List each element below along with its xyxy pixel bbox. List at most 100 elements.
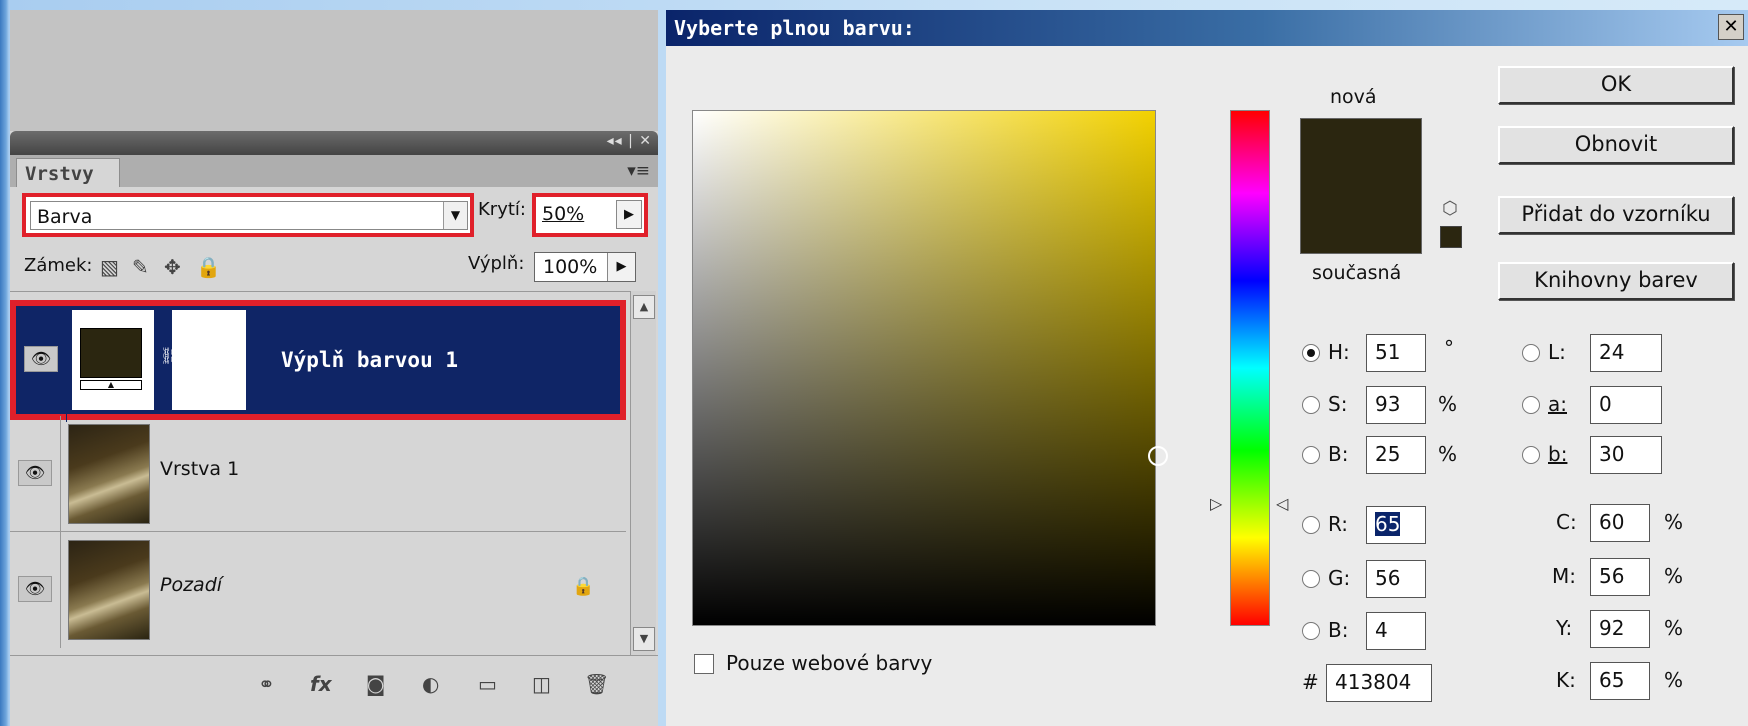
dialog-title-bar: Vyberte plnou barvu: ✕ bbox=[666, 10, 1748, 46]
green-label: G: bbox=[1328, 566, 1351, 590]
lock-label: Zámek: bbox=[24, 255, 93, 276]
color-picker-marker[interactable] bbox=[1148, 446, 1168, 466]
lab-l-field[interactable]: 24 bbox=[1590, 334, 1662, 372]
chevron-down-icon[interactable]: ▼ bbox=[443, 202, 467, 229]
blend-mode-highlight: Barva ▼ bbox=[22, 193, 474, 237]
lab-b-label: b: bbox=[1548, 442, 1568, 466]
new-layer-icon[interactable]: ◫ bbox=[532, 672, 551, 696]
layer-mask-thumbnail[interactable] bbox=[172, 310, 246, 410]
lab-l-radio[interactable] bbox=[1522, 344, 1540, 362]
hue-field[interactable]: 51 bbox=[1366, 334, 1426, 372]
lab-a-field[interactable]: 0 bbox=[1590, 386, 1662, 424]
fill-field[interactable]: 100% ▶ bbox=[534, 252, 636, 282]
scroll-up-icon[interactable]: ▲ bbox=[633, 295, 655, 319]
trash-icon[interactable]: 🗑 bbox=[584, 672, 609, 696]
scroll-down-icon[interactable]: ▼ bbox=[633, 627, 655, 651]
blue-radio[interactable] bbox=[1302, 622, 1320, 640]
blend-mode-select[interactable]: Barva ▼ bbox=[30, 201, 468, 230]
layer-thumbnail[interactable] bbox=[68, 424, 150, 524]
saturation-brightness-field[interactable] bbox=[692, 110, 1168, 626]
percent-unit: % bbox=[1664, 616, 1684, 640]
fx-icon[interactable]: fx bbox=[310, 672, 332, 696]
web-safe-color-swatch[interactable] bbox=[1440, 226, 1462, 248]
layer-name[interactable]: Pozadí bbox=[160, 574, 222, 596]
cyan-field[interactable]: 60 bbox=[1590, 504, 1650, 542]
layer-name[interactable]: Vrstva 1 bbox=[160, 458, 239, 480]
web-safe-cube-icon[interactable]: ⬡ bbox=[1442, 198, 1458, 219]
reset-button[interactable]: Obnovit bbox=[1498, 126, 1734, 164]
link-layers-icon[interactable]: ⚭ bbox=[258, 672, 275, 696]
percent-unit: % bbox=[1664, 510, 1684, 534]
green-radio[interactable] bbox=[1302, 570, 1320, 588]
fill-layer-thumbnail[interactable]: ▲ bbox=[72, 310, 154, 410]
fill-slider-arrow-icon[interactable]: ▶ bbox=[607, 253, 635, 281]
layers-scrollbar[interactable]: ▲ ▼ bbox=[630, 291, 656, 655]
panel-collapse-close-icon[interactable]: ◂◂ | ✕ bbox=[607, 133, 652, 149]
lab-b-field[interactable]: 30 bbox=[1590, 436, 1662, 474]
magenta-field[interactable]: 56 bbox=[1590, 558, 1650, 596]
visibility-eye-icon[interactable]: 👁 bbox=[24, 346, 58, 372]
red-value[interactable]: 65 bbox=[1375, 512, 1401, 536]
ok-button[interactable]: OK bbox=[1498, 66, 1734, 104]
yellow-label: Y: bbox=[1556, 616, 1573, 640]
layer-row-fill[interactable]: 👁 ▲ ⛓ Výplň barvou 1 bbox=[10, 300, 626, 422]
hex-field[interactable]: 413804 bbox=[1326, 664, 1432, 702]
saturation-radio[interactable] bbox=[1302, 396, 1320, 414]
lock-all-icon[interactable]: 🔒 bbox=[196, 255, 221, 279]
percent-unit: % bbox=[1438, 392, 1458, 416]
brightness-label: B: bbox=[1328, 442, 1349, 466]
lab-b-radio[interactable] bbox=[1522, 446, 1540, 464]
saturation-field[interactable]: 93 bbox=[1366, 386, 1426, 424]
blue-field[interactable]: 4 bbox=[1366, 612, 1426, 650]
add-to-swatches-button[interactable]: Přidat do vzorníku bbox=[1498, 196, 1734, 234]
opacity-slider-arrow-icon[interactable]: ▶ bbox=[616, 200, 642, 229]
add-mask-icon[interactable]: ◙ bbox=[366, 672, 385, 696]
dialog-title: Vyberte plnou barvu: bbox=[674, 16, 915, 40]
percent-unit: % bbox=[1664, 668, 1684, 692]
lock-transparency-icon[interactable]: ▧ bbox=[100, 255, 119, 279]
canvas-background bbox=[10, 10, 658, 131]
layer-thumbnail[interactable] bbox=[68, 540, 150, 640]
panel-menu-icon[interactable]: ▾≡ bbox=[627, 161, 650, 181]
lock-icon: 🔒 bbox=[572, 576, 595, 597]
red-field[interactable]: 65 bbox=[1366, 506, 1426, 544]
tab-layers[interactable]: Vrstvy bbox=[16, 158, 120, 187]
red-label: R: bbox=[1328, 512, 1349, 536]
current-color-swatch[interactable] bbox=[1300, 186, 1422, 254]
layer-name[interactable]: Výplň barvou 1 bbox=[281, 348, 458, 372]
lab-l-label: L: bbox=[1548, 340, 1566, 364]
red-radio[interactable] bbox=[1302, 516, 1320, 534]
color-libraries-button[interactable]: Knihovny barev bbox=[1498, 262, 1734, 300]
opacity-value[interactable]: 50% bbox=[542, 203, 584, 225]
lab-a-radio[interactable] bbox=[1522, 396, 1540, 414]
new-color-label: nová bbox=[1330, 86, 1377, 108]
new-group-folder-icon[interactable]: ▭ bbox=[478, 672, 497, 696]
adjustment-layer-icon[interactable]: ◐ bbox=[422, 672, 439, 696]
percent-unit: % bbox=[1664, 564, 1684, 588]
hue-slider[interactable] bbox=[1230, 110, 1270, 626]
layer-row-background[interactable]: 👁 Pozadí 🔒 bbox=[10, 532, 626, 648]
visibility-eye-icon[interactable]: 👁 bbox=[18, 460, 52, 486]
web-colors-checkbox[interactable] bbox=[694, 654, 714, 674]
green-field[interactable]: 56 bbox=[1366, 560, 1426, 598]
lock-position-move-icon[interactable]: ✥ bbox=[164, 255, 181, 279]
panel-tab-row: Vrstvy ▾≡ bbox=[10, 155, 658, 187]
close-icon[interactable]: ✕ bbox=[1718, 14, 1744, 40]
lock-image-brush-icon[interactable]: ✎ bbox=[132, 255, 149, 279]
visibility-eye-icon[interactable]: 👁 bbox=[18, 576, 52, 602]
brightness-radio[interactable] bbox=[1302, 446, 1320, 464]
fill-value[interactable]: 100% bbox=[543, 256, 597, 278]
layers-panel: ◂◂ | ✕ Vrstvy ▾≡ Barva ▼ Krytí: 50% ▶ Zá… bbox=[10, 131, 658, 726]
hue-radio[interactable] bbox=[1302, 344, 1320, 362]
black-field[interactable]: 65 bbox=[1590, 662, 1650, 700]
hue-slider-left-arrow-icon[interactable]: ▷ bbox=[1210, 494, 1222, 513]
yellow-field[interactable]: 92 bbox=[1590, 610, 1650, 648]
layer-row-image[interactable]: 👁 Vrstva 1 bbox=[10, 416, 626, 532]
opacity-label: Krytí: bbox=[478, 199, 526, 220]
brightness-field[interactable]: 25 bbox=[1366, 436, 1426, 474]
opacity-field[interactable]: 50% ▶ bbox=[532, 193, 648, 237]
hex-label: # bbox=[1302, 670, 1319, 694]
magenta-label: M: bbox=[1552, 564, 1576, 588]
panel-title-bar: ◂◂ | ✕ bbox=[10, 131, 658, 155]
hue-slider-right-arrow-icon[interactable]: ◁ bbox=[1276, 494, 1288, 513]
